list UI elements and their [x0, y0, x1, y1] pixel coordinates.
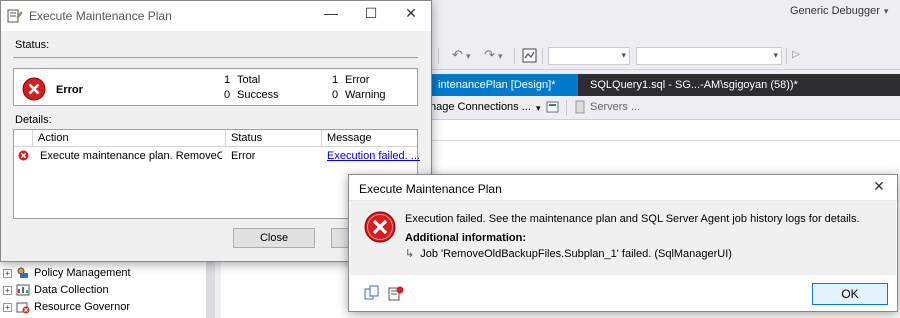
tree-arrow-icon: ↳ — [405, 248, 415, 260]
additional-info-detail: ↳ Job 'RemoveOldBackupFiles.Subplan_1' fa… — [405, 247, 732, 260]
designer-toolbar: nage Connections ... ▾ Servers ... — [430, 96, 900, 120]
connection-icon[interactable] — [546, 100, 560, 114]
status-divider — [13, 57, 418, 58]
tree-item-resource-governor[interactable]: + Resource Governor — [0, 299, 130, 315]
status-result: Error — [56, 84, 83, 96]
ok-button[interactable]: OK — [812, 283, 888, 305]
toolbar-separator — [566, 100, 567, 116]
success-count: 0 — [224, 89, 231, 101]
tree-item-label: Data Collection — [34, 284, 109, 296]
status-label: Status: — [15, 39, 50, 51]
manage-connections-button[interactable]: nage Connections ... — [430, 101, 531, 113]
expand-icon[interactable]: + — [3, 302, 12, 312]
column-divider — [32, 130, 33, 147]
dialog-title: Execute Maintenance Plan — [29, 9, 172, 23]
debugger-dropdown[interactable]: Generic Debugger ▾ — [790, 5, 888, 17]
column-header-message[interactable]: Message — [327, 132, 372, 144]
show-technical-details-icon[interactable] — [388, 285, 404, 301]
table-row[interactable]: Execute maintenance plan. RemoveOld... E… — [14, 147, 420, 165]
servers-button[interactable]: Servers ... — [590, 101, 640, 113]
start-debug-icon[interactable]: ▷ — [792, 49, 800, 60]
object-explorer-tree: + Policy Management + Data Collection + — [0, 262, 206, 318]
minimize-icon[interactable]: — — [321, 5, 341, 21]
toolbar-separator — [438, 48, 439, 64]
pane-splitter[interactable] — [206, 258, 215, 318]
row-message-link[interactable]: Execution failed. ... — [327, 150, 420, 162]
error-count: 1 — [332, 74, 339, 86]
additional-info-label: Additional information: — [405, 232, 526, 244]
warning-count: 0 — [332, 89, 339, 101]
message-body: Execution failed. See the maintenance pl… — [350, 201, 896, 275]
document-tab-bar: intenancePlan [Design]* SQLQuery1.sql - … — [430, 74, 900, 96]
success-label: Success — [237, 89, 279, 101]
grid-header: Action Status Message — [14, 130, 417, 147]
error-icon — [364, 211, 396, 243]
solution-config-combo[interactable]: ▾ — [548, 47, 630, 65]
tree-item-label: Policy Management — [34, 267, 131, 279]
column-divider — [225, 130, 226, 147]
dialog-titlebar: Execute Maintenance Plan — ☐ ✕ — [1, 1, 431, 31]
row-action: Execute maintenance plan. RemoveOld... — [40, 150, 222, 162]
dialog-titlebar: Execute Maintenance Plan ✕ — [349, 175, 897, 201]
expand-icon[interactable]: + — [3, 268, 12, 278]
undo-icon[interactable]: ↶ — [452, 47, 463, 63]
toolbar-separator — [542, 48, 543, 64]
resource-governor-icon — [16, 302, 30, 314]
row-status: Error — [231, 150, 256, 162]
maximize-icon[interactable]: ☐ — [361, 5, 381, 22]
maintenance-plan-icon — [7, 9, 23, 23]
column-header-status[interactable]: Status — [231, 132, 262, 144]
detail-text: Job 'RemoveOldBackupFiles.Subplan_1' fai… — [420, 248, 732, 260]
tree-item-data-collection[interactable]: + Data Collection — [0, 282, 109, 298]
tab-maintenance-plan-design[interactable]: intenancePlan [Design]* — [430, 74, 578, 96]
column-divider — [321, 130, 322, 147]
data-collection-icon — [16, 284, 30, 296]
close-button[interactable]: Close — [233, 228, 315, 248]
servers-icon[interactable] — [573, 100, 587, 114]
row-error-icon — [18, 150, 29, 161]
column-header-action[interactable]: Action — [38, 132, 69, 144]
manage-connections-dropdown-icon[interactable]: ▾ — [536, 103, 541, 114]
total-count: 1 — [224, 74, 231, 86]
error-message-dialog: Execute Maintenance Plan ✕ Execution fai… — [348, 174, 898, 312]
toolbar-separator — [514, 48, 515, 64]
solution-platform-combo[interactable]: ▾ — [636, 47, 782, 65]
warning-label: Warning — [345, 89, 386, 101]
policy-icon — [17, 267, 28, 278]
dialog-title: Execute Maintenance Plan — [359, 182, 502, 196]
dialog-footer: OK — [350, 275, 896, 311]
toolbar-separator — [786, 48, 787, 64]
status-panel: Error 1 Total 0 Success 1 Error 0 Warnin… — [13, 68, 418, 106]
redo-dropdown-icon[interactable]: ▾ — [498, 51, 503, 62]
total-label: Total — [237, 74, 261, 86]
details-label: Details: — [15, 114, 52, 126]
tab-sqlquery1[interactable]: SQLQuery1.sql - SG...-AM\sgigoyan (58))* — [582, 74, 806, 96]
tree-item-label: Resource Governor — [34, 301, 130, 313]
error-label: Error — [345, 74, 370, 86]
activity-monitor-icon[interactable] — [522, 48, 537, 63]
error-icon — [22, 77, 46, 101]
undo-dropdown-icon[interactable]: ▾ — [466, 51, 471, 62]
expand-icon[interactable]: + — [3, 285, 12, 295]
tree-item-policy-management[interactable]: + Policy Management — [0, 265, 131, 281]
copy-message-icon[interactable] — [364, 285, 380, 301]
ssms-toolbar: ↶ ▾ ↷ ▾ ▾ ▾ ▷ — [430, 42, 900, 70]
close-icon[interactable]: ✕ — [401, 5, 421, 22]
redo-icon[interactable]: ↷ — [484, 47, 495, 63]
close-icon[interactable]: ✕ — [869, 178, 889, 195]
error-message: Execution failed. See the maintenance pl… — [405, 213, 860, 225]
